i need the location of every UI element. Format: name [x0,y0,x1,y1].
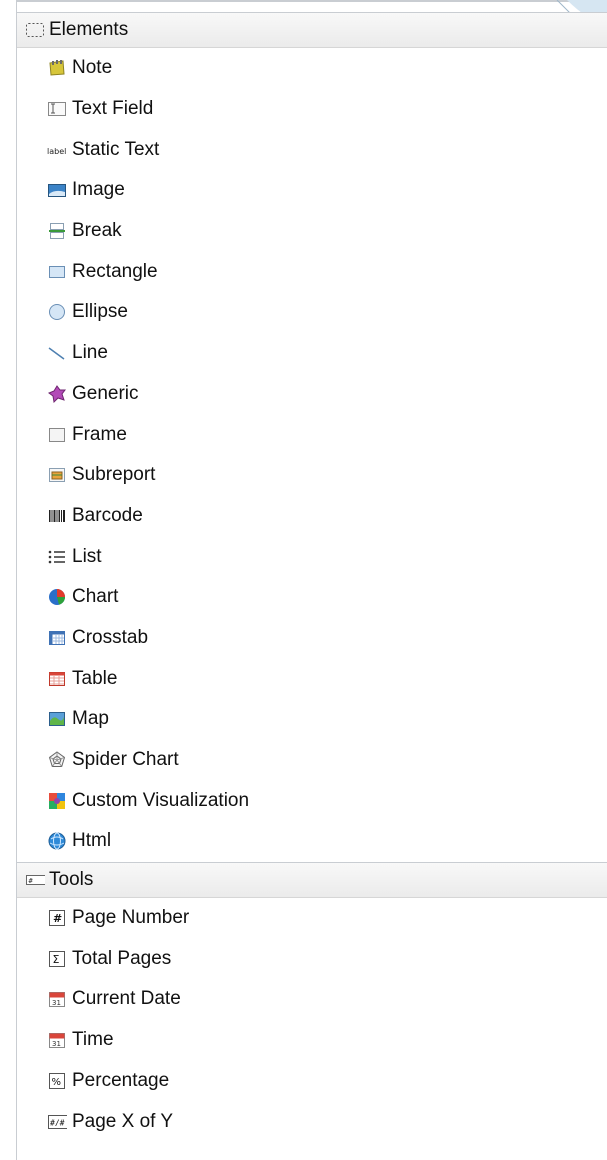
palette-item-label: Generic [72,382,139,404]
palette-item-generic[interactable]: Generic [17,374,607,415]
map-icon [47,709,67,729]
palette-item-label: Frame [72,423,127,445]
page-x-of-y-icon: #/# [47,1112,67,1132]
image-icon [47,180,67,200]
palette-item-time[interactable]: 31 Time [17,1020,607,1061]
palette-item-custom-visualization[interactable]: Custom Visualization [17,780,607,821]
elements-section-header[interactable]: Elements [17,12,607,48]
palette-item-percentage[interactable]: % Percentage [17,1061,607,1102]
tools-section-header[interactable]: # Tools [17,861,607,898]
generic-icon [47,384,67,404]
frame-icon [47,425,67,445]
elements-dashed-box-icon [25,20,45,40]
palette-item-label: Page X of Y [72,1110,174,1132]
palette-item-current-date[interactable]: 31 Current Date [17,979,607,1020]
break-icon [47,221,67,241]
time-icon: 31 [47,1030,67,1050]
palette-item-label: Custom Visualization [72,789,250,811]
current-date-icon: 31 [47,989,67,1009]
palette-item-rectangle[interactable]: Rectangle [17,251,607,292]
palette-item-label: Map [72,708,109,730]
palette-item-list[interactable]: List [17,536,607,577]
palette-item-note[interactable]: Note [17,48,607,89]
list-icon [47,547,67,567]
palette-item-image[interactable]: Image [17,170,607,211]
subreport-icon [47,465,67,485]
palette-item-break[interactable]: Break [17,211,607,252]
crosstab-icon [47,628,67,648]
palette-item-text-field[interactable]: Text Field [17,89,607,130]
palette-item-label: Chart [72,586,119,608]
palette-item-label: Static Text [72,138,160,160]
palette-item-html[interactable]: Html [17,821,607,862]
palette-item-spider-chart[interactable]: Spider Chart [17,740,607,781]
svg-text:label: label [47,147,66,156]
palette-item-static-text[interactable]: label Static Text [17,129,607,170]
palette-item-label: Time [72,1029,114,1051]
palette-item-chart[interactable]: Chart [17,577,607,618]
palette-item-frame[interactable]: Frame [17,414,607,455]
rectangle-icon [47,262,67,282]
svg-text:#: # [53,912,62,925]
palette-item-label: Note [72,57,113,79]
palette-item-crosstab[interactable]: Crosstab [17,618,607,659]
palette: Elements Note Text Field label Static Te… [17,12,607,1142]
table-icon [47,669,67,689]
svg-text:31: 31 [52,1040,61,1048]
top-border [16,0,576,2]
palette-item-label: Image [72,179,125,201]
page-number-icon: # [47,908,67,928]
note-icon [47,58,67,78]
palette-item-label: Html [72,830,112,852]
palette-item-label: Rectangle [72,260,158,282]
palette-item-line[interactable]: Line [17,333,607,374]
palette-item-label: List [72,545,102,567]
text-field-icon [47,99,67,119]
palette-item-label: Subreport [72,464,156,486]
palette-item-page-number[interactable]: # Page Number [17,898,607,939]
svg-text:31: 31 [52,999,61,1007]
percentage-icon: % [47,1071,67,1091]
total-pages-icon: Σ [47,949,67,969]
tools-section-label: Tools [49,868,94,890]
palette-item-label: Line [72,342,108,364]
palette-item-total-pages[interactable]: Σ Total Pages [17,938,607,979]
palette-item-label: Crosstab [72,626,149,648]
palette-item-subreport[interactable]: Subreport [17,455,607,496]
palette-item-label: Current Date [72,988,181,1010]
html-icon [47,831,67,851]
chart-icon [47,587,67,607]
palette-item-ellipse[interactable]: Ellipse [17,292,607,333]
palette-item-label: Table [72,667,118,689]
palette-item-label: Percentage [72,1069,170,1091]
palette-item-label: Page Number [72,907,190,929]
palette-item-label: Text Field [72,98,154,120]
palette-item-label: Total Pages [72,947,172,969]
barcode-icon [47,506,67,526]
svg-text:#/#: #/# [50,1118,65,1127]
palette-item-label: Break [72,220,122,242]
line-icon [47,343,67,363]
svg-text:Σ: Σ [53,953,60,966]
palette-item-table[interactable]: Table [17,658,607,699]
custom-visualization-icon [47,791,67,811]
palette-item-label: Ellipse [72,301,128,323]
palette-item-barcode[interactable]: Barcode [17,496,607,537]
palette-item-page-x-of-y[interactable]: #/# Page X of Y [17,1101,607,1142]
palette-item-label: Spider Chart [72,749,179,771]
ellipse-icon [47,302,67,322]
palette-item-map[interactable]: Map [17,699,607,740]
svg-text:%: % [52,1077,62,1088]
static-text-icon: label [47,140,67,160]
tools-icon: # [25,870,45,890]
spider-chart-icon [47,750,67,770]
elements-section-label: Elements [49,19,129,40]
palette-item-label: Barcode [72,504,143,526]
